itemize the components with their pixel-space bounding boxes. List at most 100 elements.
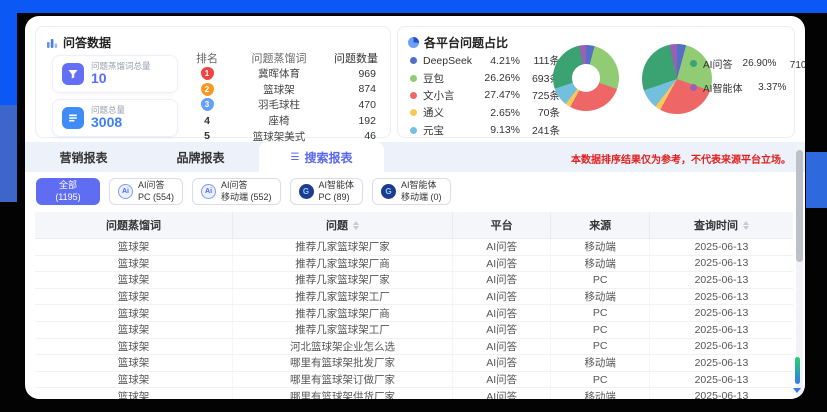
table-cell: AI问答 [452, 388, 551, 399]
legend-count: 710条 [776, 56, 805, 71]
table-cell: 2025-06-13 [649, 272, 793, 288]
bar-chart-icon [46, 37, 58, 49]
ranking-table: 排名问题蒸馏词问题数量1冀晖体育9692篮球架8743羽毛球柱4704座椅192… [186, 49, 384, 144]
table-cell: 篮球架 [35, 372, 232, 388]
table-row[interactable]: 篮球架哪里有篮球架供货厂家AI问答移动端2025-06-13 [35, 388, 793, 399]
column-header-label: 来源 [589, 217, 611, 233]
backdrop-blue-right [806, 152, 827, 208]
backdrop-blue-left [0, 13, 17, 105]
donut-chart[interactable] [553, 45, 619, 111]
legend-percent: 9.13% [476, 124, 520, 136]
vertical-scrollbar-thumb[interactable] [796, 150, 803, 262]
table-cell: 2025-06-13 [649, 322, 793, 338]
column-header-0: 问题蒸馏词 [35, 212, 232, 238]
table-cell: 篮球架 [35, 256, 232, 272]
legend-name: DeepSeek [423, 55, 476, 67]
filter-label-line2: PC (89) [319, 192, 350, 203]
table-cell: 哪里有篮球架供货厂家 [232, 388, 452, 399]
table-cell: PC [550, 372, 649, 388]
dashboard-panel: 问答数据 问题蒸馏词总量 10 问题总量 3008 [25, 16, 805, 399]
legend-item[interactable]: 豆包26.26%693条 [410, 69, 560, 86]
filter-button-3[interactable]: GAI智能体PC (89) [290, 178, 364, 205]
sort-icon[interactable] [743, 221, 749, 230]
filter-label-line2: PC (554) [138, 192, 174, 203]
rank-medal-icon: 2 [201, 83, 214, 96]
filter-label-line1: AI智能体 [401, 180, 437, 191]
table-cell: 移动端 [550, 355, 649, 371]
legend-item[interactable]: 文小言27.47%725条 [410, 87, 560, 104]
column-header-label: 问题 [326, 217, 348, 233]
table-cell: 河北篮球架企业怎么选 [232, 339, 452, 355]
platform-legend-primary: DeepSeek4.21%111条豆包26.26%693条文小言27.47%72… [410, 52, 560, 139]
sort-icon[interactable] [353, 221, 359, 230]
filter-button-1[interactable]: AiAI问答PC (554) [109, 178, 183, 205]
legend-item[interactable]: 元宝9.13%241条 [410, 122, 560, 139]
table-cell: PC [550, 305, 649, 321]
table-row[interactable]: 篮球架哪里有篮球架订做厂家AI问答PC2025-06-13 [35, 372, 793, 389]
tab-2[interactable]: ☰搜索报表 [259, 142, 384, 172]
filter-button-2[interactable]: AiAI问答移动端 (552) [192, 178, 281, 205]
legend-count: 70条 [520, 105, 560, 120]
legend-item[interactable]: 通义2.65%70条 [410, 104, 560, 121]
filter-label-line1: 全部 [59, 180, 77, 191]
table-row[interactable]: 篮球架推荐几家篮球架厂家AI问答移动端2025-06-13 [35, 239, 793, 256]
legend-item[interactable]: AI问答26.90%710条 [690, 51, 794, 75]
legend-name: 通义 [423, 105, 476, 120]
gradient-scroll-indicator[interactable] [795, 357, 800, 384]
table-row[interactable]: 篮球架推荐几家篮球架工厂AI问答PC2025-06-13 [35, 322, 793, 339]
table-cell: AI问答 [452, 339, 551, 355]
results-table: 问题蒸馏词问题平台来源查询时间 篮球架推荐几家篮球架厂家AI问答移动端2025-… [35, 212, 793, 399]
column-header-4[interactable]: 查询时间 [649, 212, 793, 238]
table-cell: 篮球架 [35, 289, 232, 305]
filter-button-4[interactable]: GAI智能体移动端 (0) [372, 178, 451, 205]
table-cell: 推荐几家篮球架工厂 [232, 289, 452, 305]
filter-label: AI问答PC (554) [138, 180, 174, 203]
tab-1[interactable]: 品牌报表 [142, 142, 259, 172]
rank-number: 5 [204, 130, 210, 142]
table-cell: AI问答 [452, 372, 551, 388]
table-row[interactable]: 篮球架河北篮球架企业怎么选AI问答PC2025-06-13 [35, 339, 793, 356]
scroll-down-arrow-icon[interactable] [793, 388, 801, 393]
tab-0[interactable]: 营销报表 [25, 142, 142, 172]
ranking-row[interactable]: 2篮球架874 [186, 82, 384, 98]
ranking-header-word: 问题蒸馏词 [228, 50, 330, 66]
ranking-row[interactable]: 4座椅192 [186, 113, 384, 129]
legend-item[interactable]: AI智能体3.37%89条 [690, 75, 794, 99]
ranking-count: 470 [330, 99, 384, 111]
table-cell: 篮球架 [35, 305, 232, 321]
ranking-count: 192 [330, 115, 384, 127]
filter-label-line1: AI智能体 [319, 180, 355, 191]
ranking-word: 篮球架 [228, 82, 330, 97]
table-row[interactable]: 篮球架推荐几家篮球架厂家AI问答PC2025-06-13 [35, 272, 793, 289]
platform-section-title: 各平台问题占比 [424, 34, 508, 51]
stat-value: 10 [91, 71, 107, 86]
sort-up-icon [743, 221, 749, 225]
table-cell: 推荐几家篮球架厂商 [232, 305, 452, 321]
filter-button-0[interactable]: 全部(1195) [36, 178, 100, 205]
table-cell: 篮球架 [35, 355, 232, 371]
ranking-rank-cell: 5 [186, 130, 228, 142]
ranking-word: 冀晖体育 [228, 66, 330, 81]
platform-legend-secondary: AI问答26.90%710条AI智能体3.37%89条 [690, 51, 794, 99]
backdrop-left-scrollbar[interactable] [0, 105, 17, 202]
rank-medal-icon: 1 [201, 67, 214, 80]
table-row[interactable]: 篮球架推荐几家篮球架厂商AI问答PC2025-06-13 [35, 305, 793, 322]
legend-percent: 26.90% [732, 58, 776, 69]
column-header-1[interactable]: 问题 [232, 212, 452, 238]
backdrop-blue-top [0, 0, 827, 13]
filter-label-line1: AI问答 [221, 180, 248, 191]
table-row[interactable]: 篮球架推荐几家篮球架工厂AI问答移动端2025-06-13 [35, 289, 793, 306]
table-cell: AI问答 [452, 289, 551, 305]
pie-chart-icon [408, 37, 419, 48]
legend-item[interactable]: DeepSeek4.21%111条 [410, 52, 560, 69]
table-header: 问题蒸馏词问题平台来源查询时间 [35, 212, 793, 239]
table-row[interactable]: 篮球架推荐几家篮球架厂商AI问答移动端2025-06-13 [35, 256, 793, 273]
tab-label: 搜索报表 [304, 149, 352, 166]
ranking-row[interactable]: 3羽毛球柱470 [186, 97, 384, 113]
ranking-count: 969 [330, 68, 384, 80]
table-cell: 2025-06-13 [649, 239, 793, 255]
ranking-row[interactable]: 1 冀晖体育969 [186, 66, 384, 82]
table-cell: AI问答 [452, 305, 551, 321]
table-cell: 2025-06-13 [649, 355, 793, 371]
table-row[interactable]: 篮球架哪里有篮球架批发厂家AI问答移动端2025-06-13 [35, 355, 793, 372]
